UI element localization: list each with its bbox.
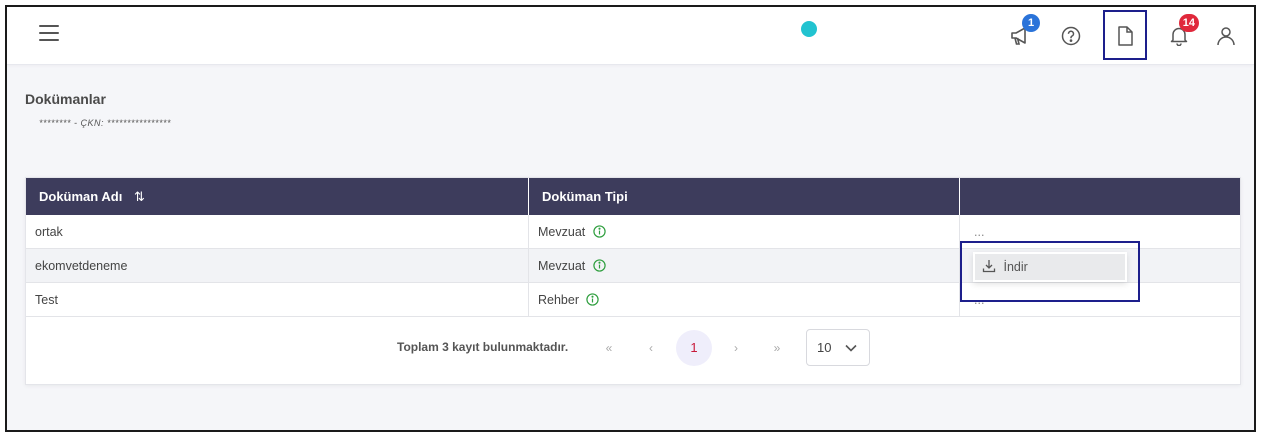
document-type-cell: Mevzuat (529, 215, 960, 249)
documents-button[interactable] (1110, 21, 1140, 51)
next-page-button[interactable]: › (725, 336, 747, 360)
page-button-current[interactable]: 1 (676, 330, 712, 366)
info-circle-icon[interactable] (593, 259, 606, 272)
last-page-button[interactable]: » (766, 336, 788, 360)
info-circle-icon[interactable] (593, 225, 606, 238)
sort-icon[interactable]: ⇅ (134, 178, 145, 215)
first-page-button[interactable]: « (598, 336, 620, 360)
document-type-cell: Rehber (529, 283, 960, 317)
column-header-document-type: Doküman Tipi (529, 178, 960, 215)
notifications-button[interactable]: 14 (1164, 14, 1199, 51)
file-icon (1118, 26, 1133, 46)
chevron-down-icon (845, 344, 857, 352)
page-size-select[interactable]: 10 (806, 329, 870, 366)
hamburger-icon[interactable] (39, 25, 59, 41)
help-button[interactable] (1056, 21, 1086, 51)
announcement-badge: 1 (1022, 14, 1040, 32)
table-header: Doküman Adı ⇅ Doküman Tipi (26, 178, 1240, 215)
notifications-badge: 14 (1178, 14, 1199, 32)
download-highlight-frame (960, 241, 1140, 302)
user-button[interactable] (1211, 21, 1241, 51)
user-icon (1217, 27, 1235, 46)
page-subtitle: ******** - ÇKN: **************** (39, 118, 172, 128)
page-title: Dokümanlar (25, 91, 106, 107)
app-frame: 1 14 Dokümanlar ******** - ÇKN: ********… (5, 5, 1256, 432)
announcement-button[interactable]: 1 (1005, 14, 1040, 51)
column-header-document-name[interactable]: Doküman Adı ⇅ (26, 178, 529, 215)
total-records-text: Toplam 3 kayıt bulunmaktadır. (397, 340, 569, 354)
previous-page-button[interactable]: ‹ (640, 336, 662, 360)
info-circle-icon[interactable] (586, 293, 600, 306)
document-name-cell: Test (26, 283, 529, 317)
top-bar: 1 14 (7, 7, 1254, 65)
document-name-cell: ortak (26, 215, 529, 249)
column-header-actions (960, 178, 1242, 215)
question-circle-icon (1061, 26, 1081, 46)
brand-dot (801, 21, 817, 37)
document-type-cell: Mevzuat (529, 249, 960, 283)
document-name-cell: ekomvetdeneme (26, 249, 529, 283)
pagination: Toplam 3 kayıt bulunmaktadır. « ‹ 1 › » … (26, 318, 1240, 378)
